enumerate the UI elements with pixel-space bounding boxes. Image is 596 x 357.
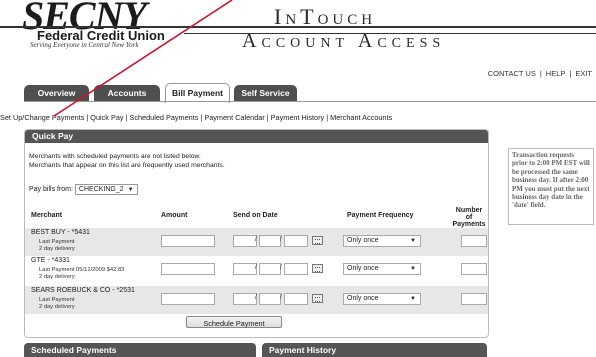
- date-separator: /: [255, 236, 257, 243]
- col-number-of-payments: Number of Payments: [452, 207, 486, 228]
- delivery-time: 2 day delivery: [39, 274, 75, 280]
- date-month-input[interactable]: [233, 235, 257, 247]
- tab-overview[interactable]: Overview: [24, 85, 89, 101]
- chevron-down-icon: ▼: [410, 296, 416, 302]
- calendar-icon[interactable]: [312, 236, 323, 245]
- tab-bill-payment[interactable]: Bill Payment: [165, 83, 230, 103]
- delivery-time: 2 day delivery: [39, 246, 75, 252]
- subnav-quick-pay[interactable]: Quick Pay: [90, 113, 123, 122]
- date-month-input[interactable]: [233, 263, 257, 275]
- merchant-name: BEST BUY - *5431: [31, 229, 90, 236]
- payment-frequency-select[interactable]: Only once ▼: [343, 293, 421, 305]
- payment-history-panel-header: Payment History: [262, 343, 487, 357]
- chevron-down-icon: ▼: [127, 187, 134, 193]
- col-number-of-payments-line2: Payments: [452, 221, 486, 228]
- top-links: CONTACT US | HELP | EXIT: [487, 69, 592, 78]
- brand-title: InTouch: [274, 4, 377, 29]
- schedule-payment-button[interactable]: Schedule Payment: [186, 316, 282, 328]
- date-day-input[interactable]: [259, 235, 281, 247]
- logo-tagline: Serving Everyone in Central New York: [30, 41, 139, 49]
- chevron-down-icon: ▼: [410, 266, 416, 272]
- subnav-payment-calendar[interactable]: Payment Calendar: [204, 113, 264, 122]
- date-separator: /: [280, 264, 282, 271]
- help-link[interactable]: HELP: [546, 69, 566, 78]
- last-payment: Last Payment: [39, 239, 75, 245]
- processing-time-note: Transaction requests prior to 2:00 PM ES…: [508, 148, 594, 225]
- col-amount: Amount: [161, 212, 188, 219]
- exit-link[interactable]: EXIT: [575, 69, 592, 78]
- secny-logo: SECNY Federal Credit Union Serving Every…: [14, 0, 194, 50]
- pay-bills-account-select[interactable]: CHECKING_2 ▼: [74, 184, 138, 195]
- delivery-time: 2 day delivery: [39, 304, 75, 310]
- payment-frequency-select[interactable]: Only once ▼: [343, 263, 421, 275]
- col-number-of-payments-line1: Number of: [455, 207, 483, 221]
- col-merchant: Merchant: [31, 212, 63, 219]
- number-of-payments-input[interactable]: [461, 235, 487, 247]
- payment-frequency-select[interactable]: Only once ▼: [343, 235, 421, 247]
- quick-pay-title: Quick Pay: [25, 130, 488, 143]
- calendar-icon[interactable]: [312, 294, 323, 303]
- subnav-payment-history[interactable]: Payment History: [271, 113, 325, 122]
- date-separator: /: [255, 294, 257, 301]
- amount-input[interactable]: [161, 235, 215, 247]
- payment-frequency-value: Only once: [347, 237, 379, 244]
- merchant-name: SEARS ROEBUCK & CO - *2531: [31, 287, 135, 294]
- brand-subtitle: Account Access: [242, 30, 446, 52]
- amount-input[interactable]: [161, 293, 215, 305]
- tab-self-service[interactable]: Self Service: [234, 85, 297, 101]
- date-separator: /: [280, 236, 282, 243]
- quick-pay-panel: Quick Pay Merchants with scheduled payme…: [24, 129, 489, 338]
- payment-frequency-value: Only once: [347, 265, 379, 272]
- date-month-input[interactable]: [233, 293, 257, 305]
- merchant-row: GTE - *4331 Last Payment 05/12/2009 $42.…: [25, 256, 488, 284]
- scheduled-payments-panel-header: Scheduled Payments: [24, 343, 256, 357]
- bill-payment-subnav: Set Up/Change Payments | Quick Pay | Schedul…: [0, 113, 393, 122]
- quick-pay-note-2: Merchants that appear on this list are f…: [29, 162, 225, 169]
- tab-accounts[interactable]: Accounts: [94, 85, 160, 101]
- calendar-icon[interactable]: [312, 264, 323, 273]
- pay-bills-from: Pay bills from: CHECKING_2 ▼: [29, 184, 138, 195]
- date-year-input[interactable]: [284, 235, 308, 247]
- date-year-input[interactable]: [284, 293, 308, 305]
- subnav-setup-change-payments[interactable]: Set Up/Change Payments: [0, 113, 84, 122]
- tab-underline: [24, 101, 596, 102]
- col-send-on-date: Send on Date: [233, 212, 278, 219]
- chevron-down-icon: ▼: [410, 238, 416, 244]
- number-of-payments-input[interactable]: [461, 263, 487, 275]
- date-day-input[interactable]: [259, 293, 281, 305]
- merchant-row: BEST BUY - *5431 Last Payment 2 day deli…: [25, 228, 488, 256]
- col-payment-frequency: Payment Frequency: [347, 212, 414, 219]
- number-of-payments-input[interactable]: [461, 293, 487, 305]
- pay-bills-account-value: CHECKING_2: [78, 186, 124, 193]
- payment-frequency-value: Only once: [347, 295, 379, 302]
- last-payment: Last Payment: [39, 297, 75, 303]
- date-separator: /: [280, 294, 282, 301]
- merchant-name: GTE - *4331: [31, 257, 70, 264]
- contact-us-link[interactable]: CONTACT US: [488, 69, 536, 78]
- date-year-input[interactable]: [284, 263, 308, 275]
- subnav-scheduled-payments[interactable]: Scheduled Payments: [129, 113, 198, 122]
- pay-bills-label: Pay bills from:: [29, 186, 73, 193]
- last-payment: Last Payment 05/12/2009 $42.83: [39, 267, 125, 273]
- date-separator: /: [255, 264, 257, 271]
- amount-input[interactable]: [161, 263, 215, 275]
- merchant-row: SEARS ROEBUCK & CO - *2531 Last Payment …: [25, 286, 488, 314]
- subnav-merchant-accounts[interactable]: Merchant Accounts: [330, 113, 392, 122]
- date-day-input[interactable]: [259, 263, 281, 275]
- quick-pay-note-1: Merchants with scheduled payments are no…: [29, 153, 201, 160]
